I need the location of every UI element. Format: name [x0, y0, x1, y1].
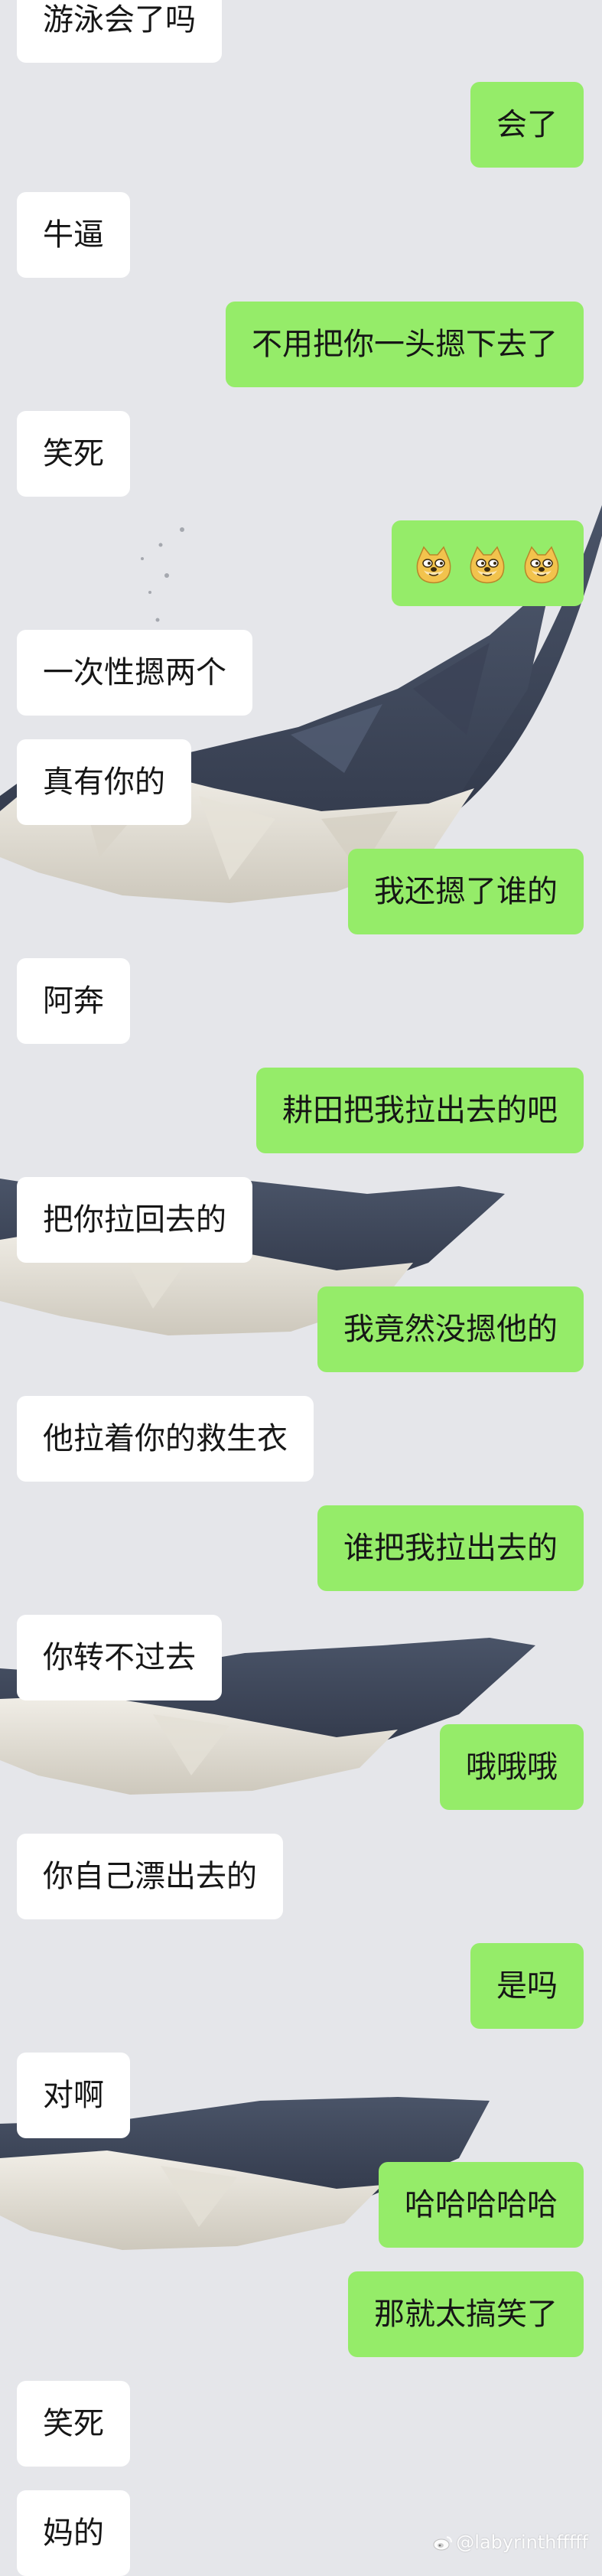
incoming-message-bubble[interactable]: 妈的	[17, 2490, 130, 2576]
incoming-message-bubble[interactable]: 对啊	[17, 2053, 130, 2138]
doge-emoji-icon	[470, 546, 505, 584]
incoming-message-bubble[interactable]: 笑死	[17, 2381, 130, 2467]
outgoing-message-bubble[interactable]: 我还摁了谁的	[348, 849, 584, 934]
incoming-message-bubble[interactable]: 你自己漂出去的	[17, 1834, 283, 1919]
incoming-message-bubble[interactable]: 牛逼	[17, 192, 130, 278]
incoming-message-bubble[interactable]: 阿奔	[17, 958, 130, 1044]
outgoing-message-bubble[interactable]: 哦哦哦	[440, 1724, 584, 1810]
outgoing-message-bubble[interactable]: 是吗	[470, 1943, 584, 2029]
doge-emoji-icon	[524, 546, 559, 584]
message-row: 那就太搞笑了	[0, 2271, 602, 2357]
message-row: 笑死	[0, 411, 602, 497]
message-row: 耕田把我拉出去的吧	[0, 1068, 602, 1153]
incoming-message-bubble[interactable]: 把你拉回去的	[17, 1177, 252, 1263]
outgoing-message-bubble[interactable]: 会了	[470, 82, 584, 168]
message-row: 是吗	[0, 1943, 602, 2029]
outgoing-message-bubble[interactable]: 哈哈哈哈哈	[379, 2162, 584, 2248]
weibo-icon	[433, 2536, 453, 2551]
message-row: 阿奔	[0, 958, 602, 1044]
message-row: 我竟然没摁他的	[0, 1286, 602, 1372]
message-row: 一次性摁两个	[0, 630, 602, 716]
outgoing-message-bubble[interactable]: 我竟然没摁他的	[317, 1286, 584, 1372]
incoming-message-bubble[interactable]: 一次性摁两个	[17, 630, 252, 716]
message-row: 不用把你一头摁下去了	[0, 302, 602, 387]
message-row: 谁把我拉出去的	[0, 1505, 602, 1591]
message-row: 牛逼	[0, 192, 602, 278]
message-row: 你自己漂出去的	[0, 1834, 602, 1919]
incoming-message-bubble[interactable]: 真有你的	[17, 739, 191, 825]
message-row	[0, 520, 602, 606]
doge-emoji-icon	[416, 546, 451, 584]
incoming-message-bubble[interactable]: 他拉着你的救生衣	[17, 1396, 314, 1482]
message-row: 哈哈哈哈哈	[0, 2162, 602, 2248]
message-row: 真有你的	[0, 739, 602, 825]
message-row: 你转不过去	[0, 1615, 602, 1700]
message-row: 会了	[0, 82, 602, 168]
message-row: 我还摁了谁的	[0, 849, 602, 934]
outgoing-message-bubble[interactable]: 不用把你一头摁下去了	[226, 302, 584, 387]
watermark: @labyrinthfffff	[433, 2532, 588, 2553]
outgoing-message-bubble[interactable]: 谁把我拉出去的	[317, 1505, 584, 1591]
incoming-message-bubble[interactable]: 你转不过去	[17, 1615, 222, 1700]
message-row: 笑死	[0, 2381, 602, 2467]
message-row: 哦哦哦	[0, 1724, 602, 1810]
message-row: 游泳会了吗	[0, 0, 602, 63]
message-row: 他拉着你的救生衣	[0, 1396, 602, 1482]
incoming-message-bubble[interactable]: 笑死	[17, 411, 130, 497]
outgoing-emoji-bubble[interactable]	[391, 520, 584, 606]
outgoing-message-bubble[interactable]: 那就太搞笑了	[348, 2271, 584, 2357]
watermark-text: @labyrinthfffff	[456, 2532, 588, 2553]
message-row: 把你拉回去的	[0, 1177, 602, 1263]
incoming-message-bubble[interactable]: 游泳会了吗	[17, 0, 222, 63]
outgoing-message-bubble[interactable]: 耕田把我拉出去的吧	[256, 1068, 584, 1153]
message-row: 对啊	[0, 2053, 602, 2138]
